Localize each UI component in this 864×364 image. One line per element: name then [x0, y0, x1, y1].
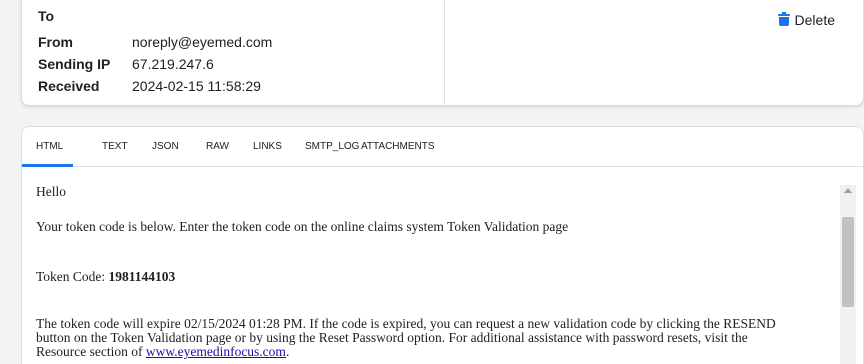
tab-html[interactable]: HTML	[36, 140, 63, 154]
scroll-thumb[interactable]	[842, 217, 854, 307]
tab-text[interactable]: TEXT	[102, 140, 128, 154]
tab-links[interactable]: LINKS	[253, 140, 282, 154]
from-label: From	[38, 34, 73, 50]
resource-prefix: Resource section of	[36, 344, 143, 359]
scroll-up-icon[interactable]	[844, 188, 852, 193]
from-value: noreply@eyemed.com	[132, 34, 273, 50]
token-label: Token Code:	[36, 269, 106, 284]
token-line: Token Code: 1981144103	[36, 269, 175, 285]
email-header-card: To From noreply@eyemed.com Sending IP 67…	[21, 0, 864, 106]
message-body-card: HTML TEXT JSON RAW LINKS SMTP_LOG ATTACH…	[21, 126, 864, 364]
sending-ip-label: Sending IP	[38, 56, 111, 72]
to-label: To	[38, 8, 55, 24]
expiry-line-3: Resource section of www.eyemedinfocus.co…	[36, 344, 289, 360]
delete-button[interactable]: Delete	[777, 12, 835, 28]
tab-smtp-log[interactable]: SMTP_LOG	[305, 140, 359, 154]
delete-label: Delete	[794, 12, 835, 28]
greeting: Hello	[36, 184, 66, 199]
view-tabs: HTML TEXT JSON RAW LINKS SMTP_LOG ATTACH…	[22, 127, 863, 167]
scrollbar[interactable]	[840, 185, 856, 364]
tab-raw[interactable]: RAW	[206, 140, 229, 154]
eyemed-link[interactable]: www.eyemedinfocus.com	[146, 344, 286, 359]
received-value: 2024-02-15 11:58:29	[132, 78, 261, 94]
received-label: Received	[38, 78, 100, 94]
sending-ip-value: 67.219.247.6	[132, 56, 214, 72]
message-content: Hello Your token code is below. Enter th…	[36, 167, 836, 364]
tab-json[interactable]: JSON	[152, 140, 179, 154]
header-divider	[444, 0, 445, 106]
resource-suffix: .	[285, 344, 290, 359]
trash-icon	[777, 12, 790, 26]
token-code: 1981144103	[108, 269, 176, 284]
tab-attachments[interactable]: ATTACHMENTS	[361, 140, 435, 154]
intro-text: Your token code is below. Enter the toke…	[36, 219, 569, 234]
